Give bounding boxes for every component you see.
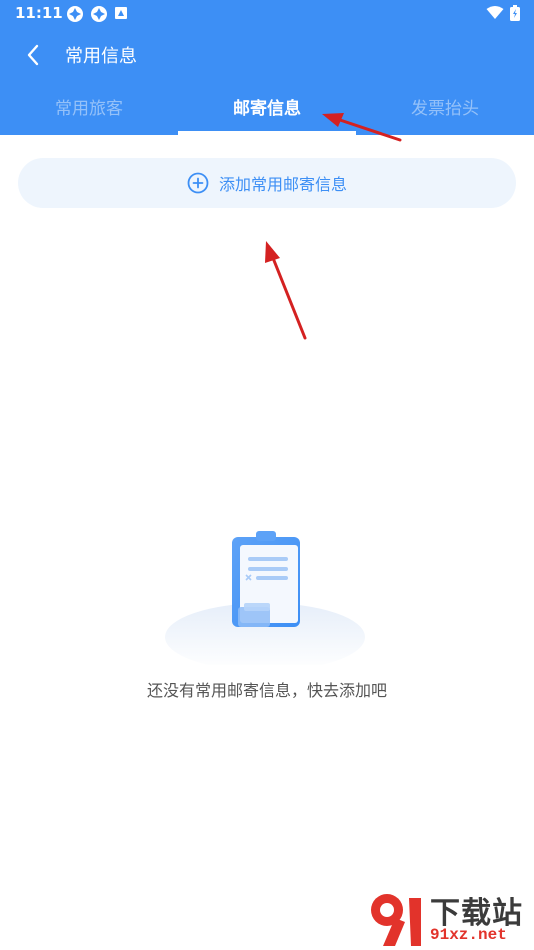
app-notification-icon	[67, 6, 83, 22]
annotation-arrow-button	[265, 241, 307, 340]
status-icons-right	[486, 5, 520, 21]
chevron-left-icon	[27, 44, 39, 66]
wifi-icon	[486, 6, 504, 19]
tab-frequent-passengers[interactable]: 常用旅客	[0, 92, 178, 135]
status-icons-left	[66, 5, 128, 23]
android-icon	[115, 7, 127, 19]
watermark-logo-icon	[371, 894, 421, 946]
app-header: 11:11 常用信息 常用旅客 邮寄信息 发票抬头	[0, 0, 534, 135]
status-time: 11:11	[15, 4, 63, 22]
plus-circle-icon	[187, 172, 209, 194]
tab-invoice-title[interactable]: 发票抬头	[356, 92, 534, 135]
annotation-arrows	[265, 113, 402, 340]
add-mailing-info-label: 添加常用邮寄信息	[218, 175, 347, 194]
back-button[interactable]	[18, 40, 48, 70]
site-watermark: 下载站 91xz.net	[365, 888, 530, 948]
title-bar: 常用信息	[0, 36, 534, 74]
empty-state-message: 还没有常用邮寄信息，快去添加吧	[146, 681, 387, 700]
page-title: 常用信息	[65, 46, 137, 67]
tab-bar: 常用旅客 邮寄信息 发票抬头	[0, 92, 534, 135]
battery-icon	[510, 5, 520, 21]
add-mailing-info-button[interactable]: 添加常用邮寄信息	[18, 158, 516, 208]
app-notification-icon	[91, 6, 107, 22]
watermark-url: 91xz.net	[430, 926, 507, 944]
active-tab-indicator	[178, 131, 356, 135]
status-bar: 11:11	[0, 0, 534, 28]
clipboard-illustration	[165, 531, 365, 665]
tab-mailing-info[interactable]: 邮寄信息	[178, 92, 356, 135]
